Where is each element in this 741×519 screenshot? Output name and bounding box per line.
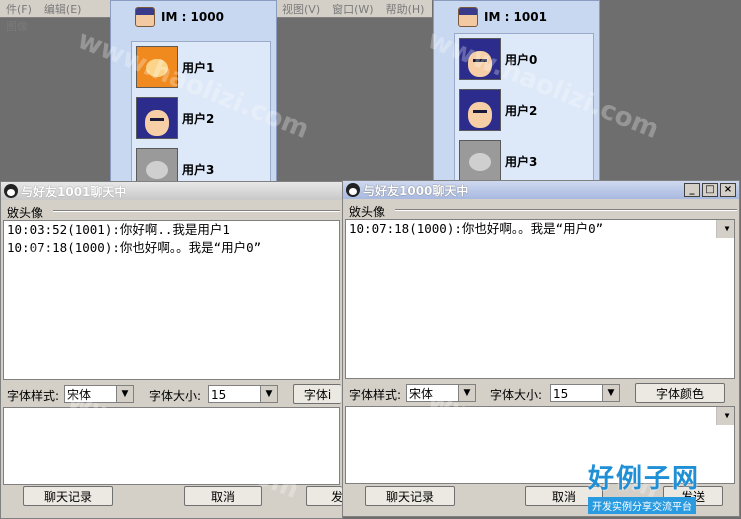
font-size-value: 15 (553, 387, 569, 401)
buddy-item[interactable]: 用户0 (459, 37, 537, 81)
scroll-down-icon[interactable]: ▼ (717, 220, 734, 238)
buddy-item[interactable]: 用户1 (136, 45, 214, 89)
message-line: 10:07:18(1000):你也好啊。。我是“用户0” (7, 240, 262, 255)
history-button[interactable]: 聊天记录 (23, 486, 113, 506)
message-line: 10:07:18(1000):你也好啊。。我是“用户0” (349, 221, 604, 236)
self-avatar (135, 7, 155, 27)
avatar-toolbar-label[interactable]: 敓头像 (349, 205, 385, 219)
menu-help[interactable]: 帮助(H) (380, 0, 431, 17)
font-style-value: 宋体 (67, 388, 92, 402)
girl-avatar-icon (136, 97, 178, 139)
maximize-button[interactable]: □ (702, 183, 718, 197)
title-bar[interactable]: 与好友1000聊天中 _ □ × (343, 181, 739, 199)
font-size-select[interactable]: 15 ▼ (550, 384, 620, 402)
message-history: 10:03:52(1001):你好啊..我是用户1 10:07:18(1000)… (3, 220, 340, 380)
background-menubar-left: 件(F) 编辑(E)图像 (0, 0, 110, 33)
self-avatar (458, 7, 478, 27)
minimize-button[interactable]: _ (684, 183, 700, 197)
chevron-down-icon[interactable]: ▼ (260, 386, 277, 402)
buddy-name: 用户3 (505, 154, 538, 169)
send-button[interactable]: 发 (306, 486, 343, 506)
font-style-select[interactable]: 宋体 ▼ (64, 385, 134, 403)
font-size-label: 字体大小: (490, 388, 543, 402)
chevron-down-icon[interactable]: ▼ (458, 385, 475, 401)
font-size-value: 15 (211, 388, 227, 402)
monkey-avatar-icon (136, 46, 178, 88)
buddy-name: 用户2 (505, 103, 538, 118)
offline-avatar-icon (459, 140, 501, 182)
site-logo: 好例子网 开发实例分享交流平台 (588, 458, 738, 516)
vertical-scrollbar[interactable]: ▲ ▼ (716, 220, 734, 238)
close-button[interactable]: × (720, 183, 736, 197)
font-color-button[interactable]: 字体i (293, 384, 341, 404)
menu-edit[interactable]: 编辑(E) (38, 0, 88, 17)
vertical-scrollbar[interactable]: ▲ ▼ (716, 407, 734, 425)
girl-avatar-icon (459, 38, 501, 80)
buddy-item[interactable]: 用户2 (136, 96, 214, 140)
message-line: 10:03:52(1001):你好啊..我是用户1 (7, 222, 230, 237)
buddy-name: 用户2 (182, 111, 215, 126)
toolbar: 敓头像 (343, 203, 741, 219)
buddy-name: 用户3 (182, 162, 215, 177)
logo-sub-text: 开发实例分享交流平台 (588, 497, 696, 514)
qq-penguin-icon (4, 184, 18, 198)
toolbar: 敓头像 (1, 204, 344, 220)
buddy-item[interactable]: 用户2 (459, 88, 537, 132)
scroll-down-icon[interactable]: ▼ (717, 407, 734, 425)
logo-main-text: 好例子网 (588, 464, 701, 494)
menu-file[interactable]: 件(F) (0, 0, 38, 17)
history-button[interactable]: 聊天记录 (365, 486, 455, 506)
im-label: IM : 1000 (161, 10, 224, 24)
buddy-list: 用户0 用户2 用户3 (454, 33, 594, 188)
im-label: IM : 1001 (484, 10, 547, 24)
font-style-value: 宋体 (409, 387, 434, 401)
font-style-label: 字体样式: (7, 389, 60, 403)
chevron-down-icon[interactable]: ▼ (116, 386, 133, 402)
background-menubar-right: 视图(V) 窗口(W) 帮助(H) (276, 0, 432, 18)
girl-avatar-icon (459, 89, 501, 131)
message-input[interactable] (3, 407, 340, 485)
buddy-header: IM : 1001 (458, 7, 547, 27)
font-color-button[interactable]: 字体颜色 (635, 383, 725, 403)
chevron-down-icon[interactable]: ▼ (602, 385, 619, 401)
window-title: 与好友1001聊天中 (21, 184, 127, 199)
chat-window-1001: 与好友1001聊天中 敓头像 10:03:52(1001):你好啊..我是用户1… (0, 181, 343, 519)
font-style-label: 字体样式: (349, 388, 402, 402)
menu-image[interactable]: 图像 (0, 17, 34, 34)
window-title: 与好友1000聊天中 (363, 183, 469, 198)
buddy-name: 用户0 (505, 52, 538, 67)
buddy-window-1000: IM : 1000 用户1 用户2 用户3 (110, 0, 277, 190)
buddy-list: 用户1 用户2 用户3 (131, 41, 271, 190)
buddy-header: IM : 1000 (135, 7, 224, 27)
avatar-toolbar-label[interactable]: 敓头像 (7, 206, 43, 220)
title-bar[interactable]: 与好友1001聊天中 (1, 182, 342, 200)
cancel-button[interactable]: 取消 (184, 486, 262, 506)
font-size-select[interactable]: 15 ▼ (208, 385, 278, 403)
menu-view[interactable]: 视图(V) (276, 0, 326, 17)
menu-window[interactable]: 窗口(W) (326, 0, 379, 17)
message-history: 10:07:18(1000):你也好啊。。我是“用户0” ▲ ▼ (345, 219, 735, 379)
font-style-select[interactable]: 宋体 ▼ (406, 384, 476, 402)
qq-penguin-icon (346, 183, 360, 197)
font-size-label: 字体大小: (149, 389, 202, 403)
buddy-name: 用户1 (182, 60, 215, 75)
buddy-window-1001: IM : 1001 用户0 用户2 用户3 (433, 0, 600, 188)
buddy-item[interactable]: 用户3 (459, 139, 537, 183)
